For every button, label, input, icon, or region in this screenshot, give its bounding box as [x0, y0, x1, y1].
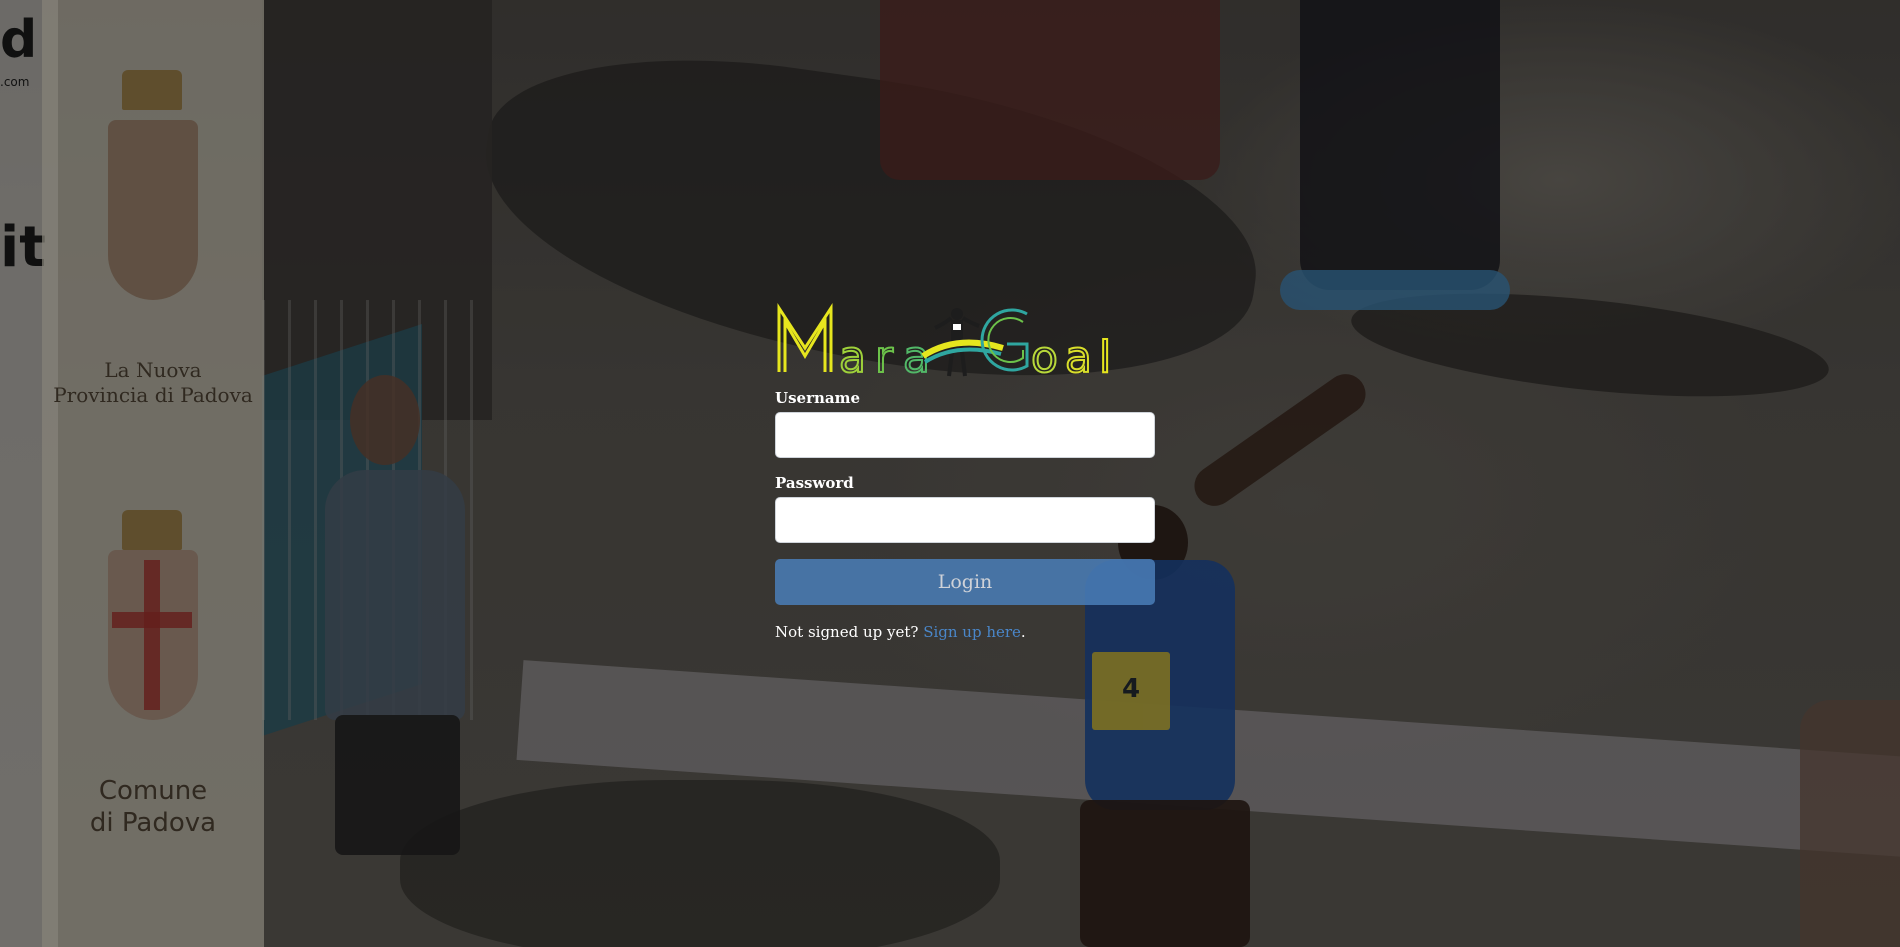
- logo-letters-ara: a: [839, 332, 866, 380]
- password-input[interactable]: [775, 497, 1155, 543]
- signup-prompt: Not signed up yet?: [775, 623, 924, 641]
- logo-letter-o: o: [1031, 332, 1058, 380]
- logo-letter-m: [777, 302, 833, 372]
- signup-link[interactable]: Sign up here: [923, 623, 1021, 641]
- username-input[interactable]: [775, 412, 1155, 458]
- logo-letters-r: r: [875, 332, 894, 380]
- maratgoal-logo: a r a o a l: [777, 302, 1112, 380]
- password-label: Password: [775, 474, 854, 492]
- logo-letter-l: l: [1099, 332, 1111, 380]
- signup-period: .: [1020, 623, 1026, 641]
- login-button[interactable]: Login: [775, 559, 1155, 605]
- signup-row: Not signed up yet? Sign up here.: [775, 623, 1155, 641]
- login-panel: a r a o a l Username Password Login Not …: [775, 300, 1155, 641]
- username-label: Username: [775, 389, 861, 407]
- logo-letter-a: a: [1065, 332, 1092, 380]
